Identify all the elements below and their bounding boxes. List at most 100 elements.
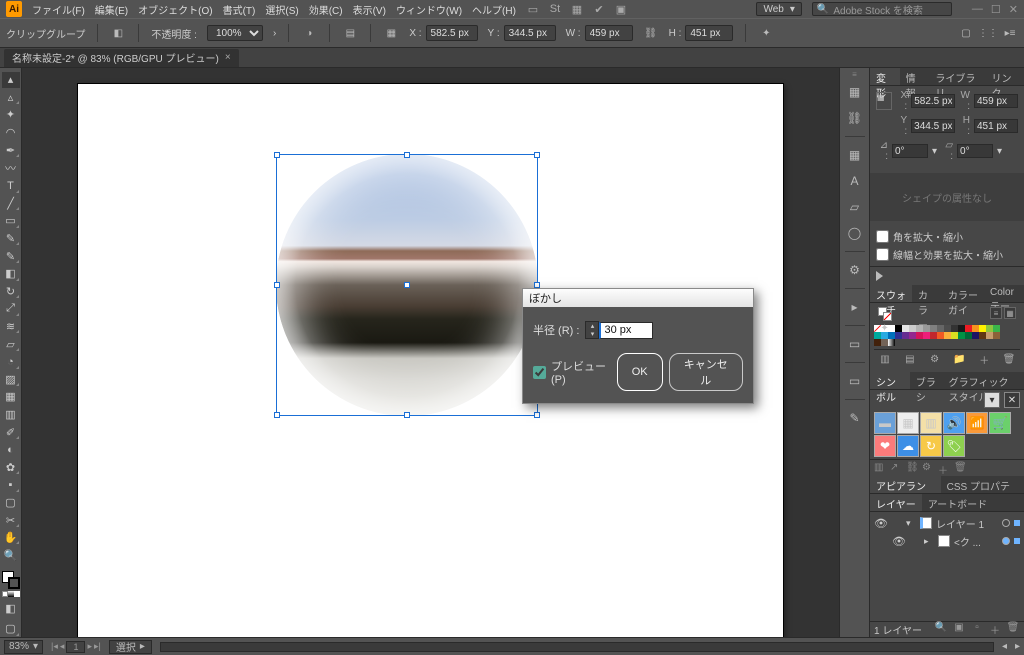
menu-edit[interactable]: 編集(E) <box>95 2 128 17</box>
swatch[interactable] <box>923 332 930 339</box>
isolate-icon[interactable]: ✦ <box>758 25 774 41</box>
symbol-item[interactable]: 🏷 <box>943 435 965 457</box>
panel-w-input[interactable] <box>974 94 1018 108</box>
registration-swatch[interactable]: ✦ <box>881 325 888 332</box>
chevron-down-icon[interactable]: ▾ <box>997 146 1002 157</box>
fill-stroke-mini[interactable] <box>878 307 892 321</box>
close-tab-icon[interactable]: × <box>225 52 231 63</box>
window-close[interactable]: ✕ <box>1009 3 1018 16</box>
distort-icon[interactable]: ▱ <box>843 195 867 219</box>
delete-swatch-icon[interactable]: 🗑 <box>1002 352 1016 366</box>
locate-icon[interactable]: 🔍 <box>934 622 948 637</box>
new-sublayer-icon[interactable]: ▫ <box>970 622 984 637</box>
world-icon[interactable]: ◯ <box>843 221 867 245</box>
arrange-icon[interactable]: ▦ <box>570 2 584 16</box>
horizontal-scrollbar[interactable] <box>160 642 994 652</box>
delete-symbol-icon[interactable]: 🗑 <box>954 462 966 474</box>
shaper-tool[interactable]: ✎ <box>2 248 20 264</box>
graph-tool[interactable]: ▪ <box>2 477 20 493</box>
symbol-library-icon[interactable]: ▥ <box>874 462 886 474</box>
x-input[interactable] <box>426 25 478 41</box>
scroll-right-icon[interactable]: ▸ <box>1015 641 1020 652</box>
menu-select[interactable]: 選択(S) <box>265 2 298 17</box>
resize-handle[interactable] <box>534 412 540 418</box>
symbol-item[interactable]: 📶 <box>966 412 988 434</box>
layer-row[interactable]: 👁 ▸ <ク ... <box>870 532 1024 550</box>
recolor-icon[interactable]: ◑ <box>301 25 317 41</box>
new-layer-icon[interactable]: ＋ <box>988 622 1002 637</box>
shape-builder-tool[interactable]: ◔ <box>2 354 20 370</box>
zoom-level[interactable]: 83% ▾ <box>4 640 43 654</box>
none-swatch[interactable] <box>874 325 881 332</box>
symbol-item[interactable]: 🔊 <box>943 412 965 434</box>
symbol-item[interactable]: ▦ <box>897 412 919 434</box>
document-tab[interactable]: 名称未設定-2* @ 83% (RGB/GPU プレビュー) × <box>4 49 239 67</box>
swatch[interactable] <box>923 325 930 332</box>
symbol-item[interactable]: ▥ <box>920 412 942 434</box>
play-icon[interactable] <box>876 271 883 281</box>
swatch[interactable] <box>902 332 909 339</box>
gradient-swatch[interactable] <box>888 339 895 346</box>
swatch[interactable] <box>944 332 951 339</box>
menu-help[interactable]: ヘルプ(H) <box>472 2 516 17</box>
new-group-icon[interactable]: 📁 <box>952 352 966 366</box>
menu-effect[interactable]: 効果(C) <box>309 2 343 17</box>
swatch[interactable] <box>993 332 1000 339</box>
list-view-icon[interactable]: ≡ <box>990 307 1002 319</box>
swatch[interactable] <box>979 325 986 332</box>
link-wh-icon[interactable]: ⛓ <box>643 25 659 41</box>
gpu-icon[interactable]: ✔ <box>592 2 606 16</box>
tab-css[interactable]: CSS プロパティ <box>941 476 1024 493</box>
screen-mode-icon[interactable]: ▢ <box>2 619 20 637</box>
window-minimize[interactable]: — <box>972 3 983 16</box>
visibility-icon[interactable]: 👁 <box>892 535 906 548</box>
bridge-icon[interactable]: ▭ <box>526 2 540 16</box>
tab-info[interactable]: 情報 <box>900 68 930 85</box>
swatch[interactable] <box>993 325 1000 332</box>
free-transform-tool[interactable]: ▱ <box>2 336 20 352</box>
swatch[interactable] <box>937 325 944 332</box>
opacity-input[interactable]: 100% <box>207 25 263 41</box>
tab-colortheme[interactable]: Color テー <box>984 285 1024 302</box>
resize-handle[interactable] <box>274 152 280 158</box>
make-clipping-icon[interactable]: ▣ <box>952 622 966 637</box>
swatch[interactable] <box>881 332 888 339</box>
swatch[interactable] <box>951 325 958 332</box>
triangle-icon[interactable]: ▸ <box>843 295 867 319</box>
perspective-tool[interactable]: ▨ <box>2 372 20 388</box>
panel-shear-input[interactable] <box>957 144 993 158</box>
swatch[interactable] <box>888 332 895 339</box>
magic-wand-tool[interactable]: ✦ <box>2 107 20 123</box>
doc-setup-icon[interactable]: ▢ <box>958 25 974 41</box>
target-icon[interactable] <box>1002 537 1010 545</box>
mesh-tool[interactable]: ▦ <box>2 389 20 405</box>
visibility-icon[interactable]: 👁 <box>874 517 888 530</box>
book-icon[interactable]: ▭ <box>843 332 867 356</box>
fill-stroke-swatch[interactable] <box>2 571 20 589</box>
dialog-titlebar[interactable]: ぼかし <box>523 289 753 307</box>
swatch[interactable] <box>965 332 972 339</box>
swatch[interactable] <box>916 332 923 339</box>
next-artboard-icon[interactable]: ▸ <box>87 641 92 653</box>
reference-point-icon[interactable]: ▦ <box>876 92 892 110</box>
link-icon[interactable]: ⛓ <box>843 106 867 130</box>
symbol-close-icon[interactable]: ✕ <box>1004 392 1020 408</box>
swatch-menu-icon[interactable]: ▤ <box>903 352 917 366</box>
disclosure-icon[interactable]: ▾ <box>906 518 916 529</box>
new-swatch-icon[interactable]: ＋ <box>977 352 991 366</box>
menu-window[interactable]: ウィンドウ(W) <box>396 2 462 17</box>
gradient-tool[interactable]: ▥ <box>2 407 20 423</box>
tab-swatches[interactable]: スウォッチ <box>870 285 912 302</box>
swatch[interactable] <box>958 325 965 332</box>
type-tool[interactable]: T <box>2 178 20 194</box>
radius-input[interactable] <box>599 322 653 339</box>
tab-artboards[interactable]: アートボード <box>922 494 993 511</box>
symbol-options-icon[interactable]: ⚙ <box>922 462 934 474</box>
panel-menu-icon[interactable]: ▸≡ <box>1002 25 1018 41</box>
pen-tool[interactable]: ✒ <box>2 142 20 158</box>
symbol-sprayer-tool[interactable]: ✿ <box>2 459 20 475</box>
chevron-down-icon[interactable]: ▾ <box>932 146 937 157</box>
swatch[interactable] <box>930 325 937 332</box>
workspace-switcher[interactable]: Web ▾ <box>756 2 801 16</box>
swatch[interactable] <box>902 325 909 332</box>
